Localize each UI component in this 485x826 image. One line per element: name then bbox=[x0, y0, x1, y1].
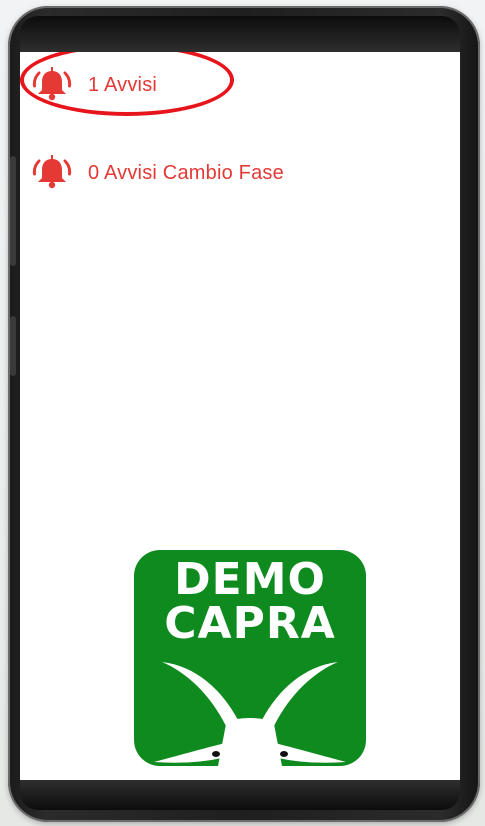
power-button bbox=[10, 316, 16, 376]
bottom-bezel bbox=[20, 780, 460, 810]
demo-capra-logo: DEMO CAPRA bbox=[134, 550, 366, 766]
highlight-circle bbox=[20, 52, 234, 116]
goat-logo bbox=[154, 662, 346, 766]
app-screen: 1 Avvisi 0 Avvisi Cambio Fase DEMO CAPRA bbox=[20, 52, 460, 780]
volume-button bbox=[10, 156, 16, 266]
logo-line-2: CAPRA bbox=[164, 598, 336, 649]
phase-change-alerts-item[interactable]: 0 Avvisi Cambio Fase bbox=[32, 154, 284, 192]
logo-line-1: DEMO bbox=[174, 554, 326, 605]
phase-change-alerts-label: 0 Avvisi Cambio Fase bbox=[88, 161, 284, 184]
bell-ringing-icon bbox=[32, 155, 72, 189]
top-bezel bbox=[20, 16, 460, 52]
